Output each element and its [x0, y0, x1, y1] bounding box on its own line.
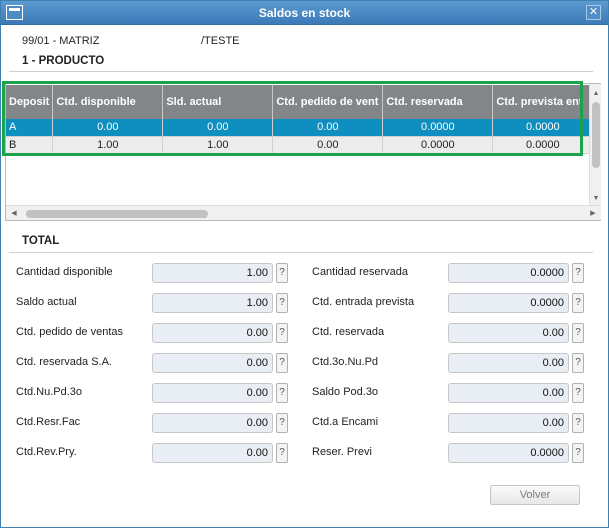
help-button[interactable]: ? [572, 293, 584, 313]
total-section-title: TOTAL [22, 235, 60, 247]
stock-balance-window: Saldos en stock ✕ 99/01 - MATRIZ /TESTE … [0, 0, 609, 528]
section-divider [9, 71, 593, 72]
product-code-label: /TESTE [201, 35, 240, 47]
column-header-sales-order-qty[interactable]: Ctd. pedido de vent [272, 85, 384, 119]
help-button[interactable]: ? [572, 413, 584, 433]
to-route-field[interactable]: 0.00 [448, 413, 569, 433]
table-cell: 0.00 [52, 119, 164, 137]
resr-fac-field[interactable]: 0.00 [152, 413, 273, 433]
table-cell: B [6, 136, 54, 154]
available-qty-label: Cantidad disponible [16, 266, 113, 278]
product-section-title: 1 - PRODUCTO [22, 55, 105, 67]
expected-entry-field[interactable]: 0.0000 [448, 293, 569, 313]
table-cell: 1.00 [52, 136, 164, 154]
table-cell: 0.0000 [492, 136, 594, 154]
branch-label: 99/01 - MATRIZ [22, 35, 100, 47]
table-cell: A [6, 119, 54, 137]
horizontal-scroll-thumb[interactable] [26, 210, 208, 218]
close-icon[interactable]: ✕ [586, 5, 601, 20]
current-balance-label: Saldo actual [16, 296, 77, 308]
help-button[interactable]: ? [572, 323, 584, 343]
table-cell: 1.00 [162, 136, 274, 154]
help-button[interactable]: ? [572, 443, 584, 463]
third-nu-pd-field[interactable]: 0.00 [448, 353, 569, 373]
help-button[interactable]: ? [276, 353, 288, 373]
help-button[interactable]: ? [572, 263, 584, 283]
help-button[interactable]: ? [276, 293, 288, 313]
nu-pd-3o-label: Ctd.Nu.Pd.3o [16, 386, 83, 398]
vertical-scrollbar[interactable]: ▲ ▼ [589, 84, 601, 205]
arrow-down-icon[interactable]: ▼ [590, 193, 602, 205]
third-nu-pd-label: Ctd.3o.Nu.Pd [312, 356, 379, 368]
rev-pry-label: Ctd.Rev.Pry. [16, 446, 77, 458]
sales-order-qty-label: Ctd. pedido de ventas [16, 326, 124, 338]
window-title: Saldos en stock [258, 6, 351, 20]
balance-pod-3o-label: Saldo Pod.3o [312, 386, 379, 398]
reserved-field[interactable]: 0.00 [448, 323, 569, 343]
table-row[interactable]: A 0.00 0.00 0.00 0.0000 0.0000 [6, 119, 594, 137]
table-row[interactable]: B 1.00 1.00 0.00 0.0000 0.0000 [6, 136, 594, 154]
back-button[interactable]: Volver [490, 485, 580, 505]
column-header-current-balance[interactable]: Sld. actual [162, 85, 274, 119]
available-qty-field[interactable]: 1.00 [152, 263, 273, 283]
arrow-up-icon[interactable]: ▲ [590, 88, 602, 100]
help-button[interactable]: ? [572, 383, 584, 403]
reserved-sa-field[interactable]: 0.00 [152, 353, 273, 373]
column-header-available-qty[interactable]: Ctd. disponible [52, 85, 164, 119]
table-cell: 0.00 [162, 119, 274, 137]
stock-grid[interactable]: Deposit Ctd. disponible Sld. actual Ctd.… [5, 83, 601, 221]
title-bar: Saldos en stock ✕ [1, 1, 608, 25]
help-button[interactable]: ? [276, 263, 288, 283]
to-route-label: Ctd.a Encami [312, 416, 379, 428]
total-divider [9, 252, 593, 253]
help-button[interactable]: ? [572, 353, 584, 373]
reserved-qty-field[interactable]: 0.0000 [448, 263, 569, 283]
help-button[interactable]: ? [276, 323, 288, 343]
column-header-expected-qty[interactable]: Ctd. prevista ent [492, 85, 594, 119]
stock-grid-table: Deposit Ctd. disponible Sld. actual Ctd.… [6, 85, 594, 154]
sales-order-qty-field[interactable]: 0.00 [152, 323, 273, 343]
table-cell: 0.0000 [382, 119, 494, 137]
reserved-qty-label: Cantidad reservada [312, 266, 409, 278]
expected-reserve-field[interactable]: 0.0000 [448, 443, 569, 463]
column-header-deposit[interactable]: Deposit [6, 85, 54, 119]
grid-header-row: Deposit Ctd. disponible Sld. actual Ctd.… [6, 85, 594, 119]
arrow-right-icon[interactable]: ▶ [587, 206, 599, 221]
resr-fac-label: Ctd.Resr.Fac [16, 416, 81, 428]
table-cell: 0.00 [272, 119, 384, 137]
expected-entry-label: Ctd. entrada prevista [312, 296, 415, 308]
arrow-left-icon[interactable]: ◀ [8, 206, 20, 221]
column-header-reserved-qty[interactable]: Ctd. reservada [382, 85, 494, 119]
reserved-label: Ctd. reservada [312, 326, 385, 338]
help-button[interactable]: ? [276, 413, 288, 433]
vertical-scroll-thumb[interactable] [592, 102, 600, 168]
nu-pd-3o-field[interactable]: 0.00 [152, 383, 273, 403]
expected-reserve-label: Reser. Previ [312, 446, 372, 458]
help-button[interactable]: ? [276, 383, 288, 403]
help-button[interactable]: ? [276, 443, 288, 463]
horizontal-scrollbar[interactable]: ◀ ▶ [6, 205, 601, 220]
rev-pry-field[interactable]: 0.00 [152, 443, 273, 463]
balance-pod-3o-field[interactable]: 0.00 [448, 383, 569, 403]
table-cell: 0.00 [272, 136, 384, 154]
reserved-sa-label: Ctd. reservada S.A. [16, 356, 112, 368]
table-cell: 0.0000 [492, 119, 594, 137]
current-balance-field[interactable]: 1.00 [152, 293, 273, 313]
table-cell: 0.0000 [382, 136, 494, 154]
